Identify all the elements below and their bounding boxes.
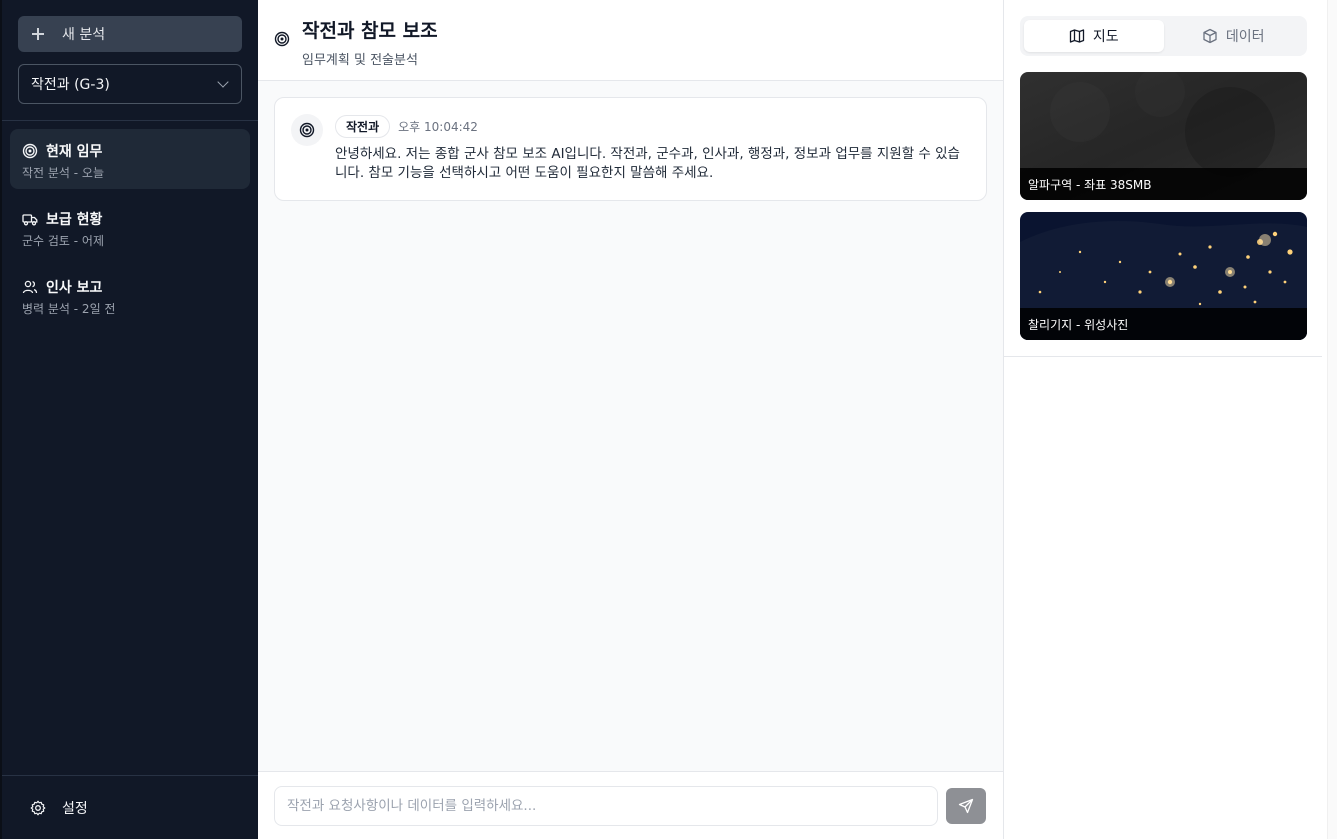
new-analysis-label: 새 분석 bbox=[62, 27, 106, 43]
app-root: 새 분석 작전과 (G-3) 현재 임무 작전 분석 - 오늘 보급 현황 군수… bbox=[0, 0, 1337, 839]
sidebar-item-supply-status[interactable]: 보급 현황 군수 검토 - 어제 bbox=[10, 197, 250, 257]
sender-badge: 작전과 bbox=[335, 114, 391, 138]
truck-icon bbox=[22, 214, 38, 226]
users-icon bbox=[22, 280, 38, 294]
page-title: 작전과 참모 보조 bbox=[302, 20, 438, 42]
message-list: 작전과 오후 10:04:42 안녕하세요. 저는 종합 군사 참모 보조 AI… bbox=[258, 81, 1003, 771]
message-text: 안녕하세요. 저는 종합 군사 참모 보조 AI입니다. 작전과, 군수과, 인… bbox=[335, 146, 960, 181]
sidebar-item-personnel-report[interactable]: 인사 보고 병력 분석 - 2일 전 bbox=[10, 265, 250, 325]
cube-icon bbox=[1203, 28, 1217, 44]
new-analysis-button[interactable]: 새 분석 bbox=[18, 16, 242, 52]
right-panel-content: 지도 데이터 알파구역 - 좌표 38SMB 찰리기지 - 위성사진 bbox=[1004, 0, 1322, 357]
chat-main: 작전과 참모 보조 임무계획 및 전술분석 작전과 오후 10:04:42 안녕… bbox=[258, 0, 1003, 839]
sidebar-item-subtitle: 병력 분석 - 2일 전 bbox=[22, 302, 116, 316]
department-select-value: 작전과 (G-3) bbox=[31, 77, 110, 93]
sidebar-item-label: 보급 현황 bbox=[46, 212, 103, 228]
sidebar-item-subtitle: 군수 검토 - 어제 bbox=[22, 234, 105, 248]
sidebar-item-label: 인사 보고 bbox=[46, 280, 103, 296]
plus-icon bbox=[32, 28, 44, 40]
view-tabs: 지도 데이터 bbox=[1020, 16, 1307, 56]
target-icon bbox=[299, 122, 315, 138]
sidebar: 새 분석 작전과 (G-3) 현재 임무 작전 분석 - 오늘 보급 현황 군수… bbox=[0, 0, 258, 839]
chat-header: 작전과 참모 보조 임무계획 및 전술분석 bbox=[258, 0, 1003, 81]
map-icon bbox=[1069, 29, 1085, 43]
sidebar-item-subtitle: 작전 분석 - 오늘 bbox=[22, 166, 105, 180]
sidebar-top: 새 분석 작전과 (G-3) bbox=[2, 0, 258, 121]
target-icon bbox=[274, 31, 290, 47]
target-icon bbox=[22, 143, 38, 159]
tab-data[interactable]: 데이터 bbox=[1164, 20, 1304, 52]
sidebar-nav: 현재 임무 작전 분석 - 오늘 보급 현황 군수 검토 - 어제 인사 보고 … bbox=[2, 121, 258, 775]
map-card-alpha[interactable]: 알파구역 - 좌표 38SMB bbox=[1020, 72, 1307, 200]
gear-icon bbox=[30, 800, 46, 815]
settings-button[interactable]: 설정 bbox=[2, 775, 258, 839]
sidebar-item-label: 현재 임무 bbox=[46, 144, 103, 160]
composer bbox=[258, 771, 1003, 839]
message-timestamp: 오후 10:04:42 bbox=[398, 119, 478, 134]
department-select[interactable]: 작전과 (G-3) bbox=[18, 64, 242, 104]
map-label: 찰리기지 - 위성사진 bbox=[1020, 308, 1307, 340]
avatar bbox=[291, 114, 323, 146]
tab-label: 지도 bbox=[1092, 29, 1119, 45]
message-card: 작전과 오후 10:04:42 안녕하세요. 저는 종합 군사 참모 보조 AI… bbox=[274, 97, 987, 201]
send-button[interactable] bbox=[946, 787, 986, 824]
chevron-down-icon bbox=[217, 76, 229, 88]
sidebar-item-current-mission[interactable]: 현재 임무 작전 분석 - 오늘 bbox=[10, 129, 250, 189]
map-label: 알파구역 - 좌표 38SMB bbox=[1020, 168, 1307, 200]
send-icon bbox=[958, 798, 974, 813]
right-panel: 지도 데이터 알파구역 - 좌표 38SMB 찰리기지 - 위성사진 bbox=[1003, 0, 1337, 839]
tab-map[interactable]: 지도 bbox=[1024, 20, 1164, 52]
map-card-charlie[interactable]: 찰리기지 - 위성사진 bbox=[1020, 212, 1307, 340]
tab-label: 데이터 bbox=[1225, 29, 1265, 45]
page-subtitle: 임무계획 및 전술분석 bbox=[302, 53, 418, 68]
settings-label: 설정 bbox=[62, 800, 88, 817]
message-input[interactable] bbox=[274, 785, 938, 826]
scrollbar[interactable] bbox=[1327, 0, 1337, 839]
